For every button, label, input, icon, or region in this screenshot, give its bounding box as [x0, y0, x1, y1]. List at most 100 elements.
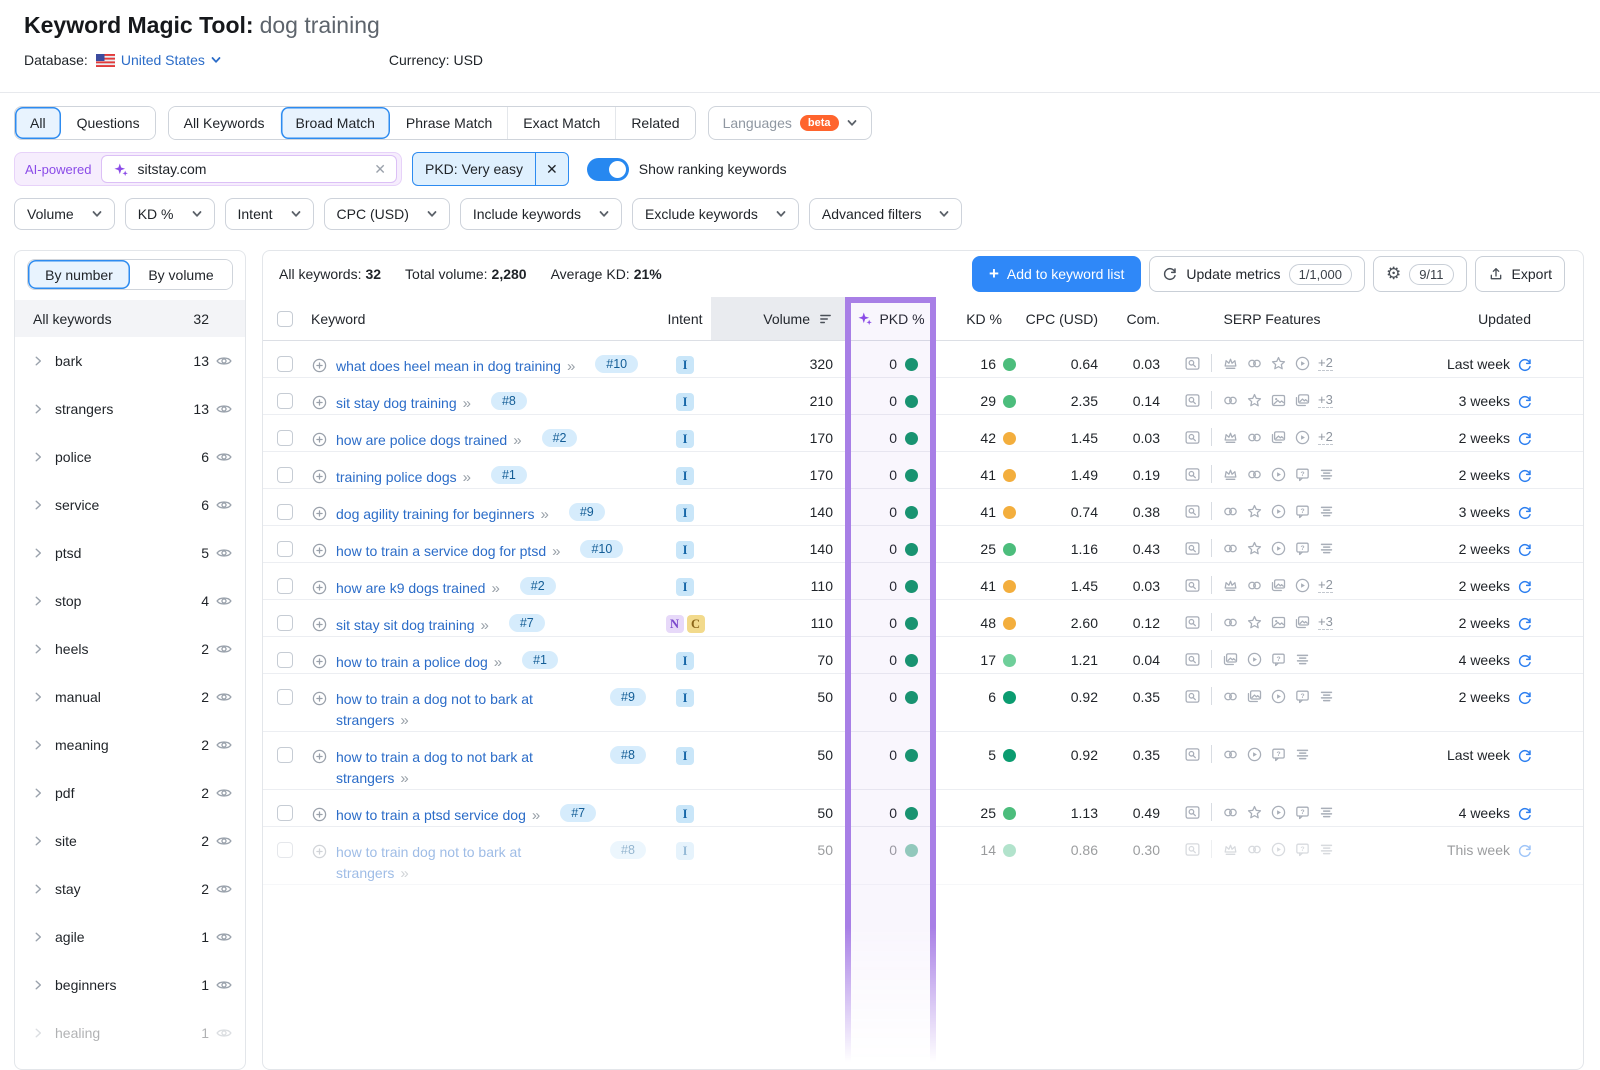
refresh-metrics-icon[interactable]	[1517, 542, 1533, 558]
sidebar-group-agile[interactable]: agile 1	[15, 913, 245, 961]
column-header-kd[interactable]: KD %	[934, 297, 1020, 340]
eye-icon[interactable]	[215, 448, 233, 466]
row-checkbox[interactable]	[277, 747, 293, 763]
keyword-link[interactable]: sit stay sit dog training	[336, 617, 475, 633]
sidebar-group-manual[interactable]: manual 2	[15, 673, 245, 721]
filter-include-keywords[interactable]: Include keywords	[460, 198, 622, 230]
eye-icon[interactable]	[215, 496, 233, 514]
select-all-checkbox[interactable]	[277, 311, 293, 327]
eye-icon[interactable]	[215, 592, 233, 610]
eye-icon[interactable]	[215, 784, 233, 802]
expand-keyword-icon[interactable]	[311, 542, 328, 559]
expand-keyword-icon[interactable]	[311, 616, 328, 633]
keyword-drilldown-arrows[interactable]: »	[400, 770, 406, 787]
tab-all[interactable]: All	[15, 107, 61, 139]
eye-icon[interactable]	[215, 976, 233, 994]
column-header-pkd[interactable]: PKD %	[847, 297, 934, 340]
sidebar-group-stay[interactable]: stay 2	[15, 865, 245, 913]
search-input[interactable]: sitstay.com ✕	[101, 155, 397, 183]
sidebar-group-bark[interactable]: bark 13	[15, 337, 245, 385]
eye-icon[interactable]	[215, 688, 233, 706]
expand-keyword-icon[interactable]	[311, 505, 328, 522]
tab-exact-match[interactable]: Exact Match	[507, 107, 615, 139]
refresh-metrics-icon[interactable]	[1517, 653, 1533, 669]
refresh-metrics-icon[interactable]	[1517, 748, 1533, 764]
sidebar-group-strangers[interactable]: strangers 13	[15, 385, 245, 433]
sidebar-group-meaning[interactable]: meaning 2	[15, 721, 245, 769]
keyword-link[interactable]: how are police dogs trained	[336, 432, 507, 448]
eye-icon[interactable]	[215, 640, 233, 658]
filter-advanced-filters[interactable]: Advanced filters	[809, 198, 963, 230]
refresh-metrics-icon[interactable]	[1517, 806, 1533, 822]
keyword-drilldown-arrows[interactable]: »	[513, 432, 519, 449]
eye-icon[interactable]	[215, 880, 233, 898]
update-metrics-button[interactable]: Update metrics 1/1,000	[1149, 256, 1365, 292]
sidebar-tab-by-volume[interactable]: By volume	[130, 260, 232, 289]
eye-icon[interactable]	[215, 832, 233, 850]
column-header-volume[interactable]: Volume	[711, 297, 847, 340]
row-checkbox[interactable]	[277, 805, 293, 821]
show-ranking-keywords-toggle[interactable]	[587, 158, 629, 181]
tab-phrase-match[interactable]: Phrase Match	[390, 107, 507, 139]
keyword-link[interactable]: how to train a dog to not bark at strang…	[336, 749, 533, 786]
serp-more-badge[interactable]: +3	[1318, 614, 1333, 630]
refresh-metrics-icon[interactable]	[1517, 616, 1533, 632]
eye-icon[interactable]	[215, 352, 233, 370]
sidebar-group-healing[interactable]: healing 1	[15, 1009, 245, 1057]
keyword-drilldown-arrows[interactable]: »	[567, 358, 573, 375]
eye-icon[interactable]	[215, 736, 233, 754]
tab-all-keywords[interactable]: All Keywords	[169, 107, 280, 139]
keyword-link[interactable]: training police dogs	[336, 469, 457, 485]
row-checkbox[interactable]	[277, 467, 293, 483]
keyword-drilldown-arrows[interactable]: »	[400, 865, 406, 882]
row-checkbox[interactable]	[277, 393, 293, 409]
keyword-link[interactable]: how are k9 dogs trained	[336, 580, 485, 596]
row-checkbox[interactable]	[277, 578, 293, 594]
row-checkbox[interactable]	[277, 652, 293, 668]
sidebar-group-service[interactable]: service 6	[15, 481, 245, 529]
row-checkbox[interactable]	[277, 615, 293, 631]
column-header-cpc[interactable]: CPC (USD)	[1020, 297, 1104, 340]
keyword-link[interactable]: what does heel mean in dog training	[336, 358, 561, 374]
refresh-metrics-icon[interactable]	[1517, 505, 1533, 521]
sidebar-group-beginners[interactable]: beginners 1	[15, 961, 245, 1009]
eye-icon[interactable]	[215, 400, 233, 418]
expand-keyword-icon[interactable]	[311, 843, 328, 860]
clear-search-icon[interactable]: ✕	[374, 161, 386, 178]
serp-more-badge[interactable]: +2	[1318, 355, 1333, 371]
row-checkbox[interactable]	[277, 842, 293, 858]
expand-keyword-icon[interactable]	[311, 357, 328, 374]
filter-cpc-usd-[interactable]: CPC (USD)	[324, 198, 450, 230]
add-to-keyword-list-button[interactable]: + Add to keyword list	[972, 256, 1141, 292]
refresh-metrics-icon[interactable]	[1517, 690, 1533, 706]
keyword-link[interactable]: how to train a police dog	[336, 654, 488, 670]
languages-dropdown[interactable]: Languages beta	[708, 106, 872, 140]
sidebar-group-police[interactable]: police 6	[15, 433, 245, 481]
settings-button[interactable]: ⚙ 9/11	[1373, 256, 1467, 292]
expand-keyword-icon[interactable]	[311, 431, 328, 448]
sidebar-group-heels[interactable]: heels 2	[15, 625, 245, 673]
tab-broad-match[interactable]: Broad Match	[280, 107, 390, 139]
sidebar-group-site[interactable]: site 2	[15, 817, 245, 865]
filter-intent[interactable]: Intent	[225, 198, 314, 230]
database-selector[interactable]: United States	[96, 52, 221, 68]
expand-keyword-icon[interactable]	[311, 690, 328, 707]
refresh-metrics-icon[interactable]	[1517, 357, 1533, 373]
row-checkbox[interactable]	[277, 689, 293, 705]
filter-kd-[interactable]: KD %	[125, 198, 215, 230]
column-header-keyword[interactable]: Keyword	[303, 297, 659, 340]
refresh-metrics-icon[interactable]	[1517, 468, 1533, 484]
sidebar-group-pdf[interactable]: pdf 2	[15, 769, 245, 817]
filter-exclude-keywords[interactable]: Exclude keywords	[632, 198, 799, 230]
keyword-drilldown-arrows[interactable]: »	[463, 395, 469, 412]
expand-keyword-icon[interactable]	[311, 806, 328, 823]
remove-pkd-filter-icon[interactable]: ✕	[535, 153, 568, 185]
expand-keyword-icon[interactable]	[311, 394, 328, 411]
refresh-metrics-icon[interactable]	[1517, 431, 1533, 447]
row-checkbox[interactable]	[277, 356, 293, 372]
keyword-link[interactable]: how to train a service dog for ptsd	[336, 543, 546, 559]
keyword-drilldown-arrows[interactable]: »	[540, 506, 546, 523]
expand-keyword-icon[interactable]	[311, 653, 328, 670]
row-checkbox[interactable]	[277, 504, 293, 520]
row-checkbox[interactable]	[277, 541, 293, 557]
